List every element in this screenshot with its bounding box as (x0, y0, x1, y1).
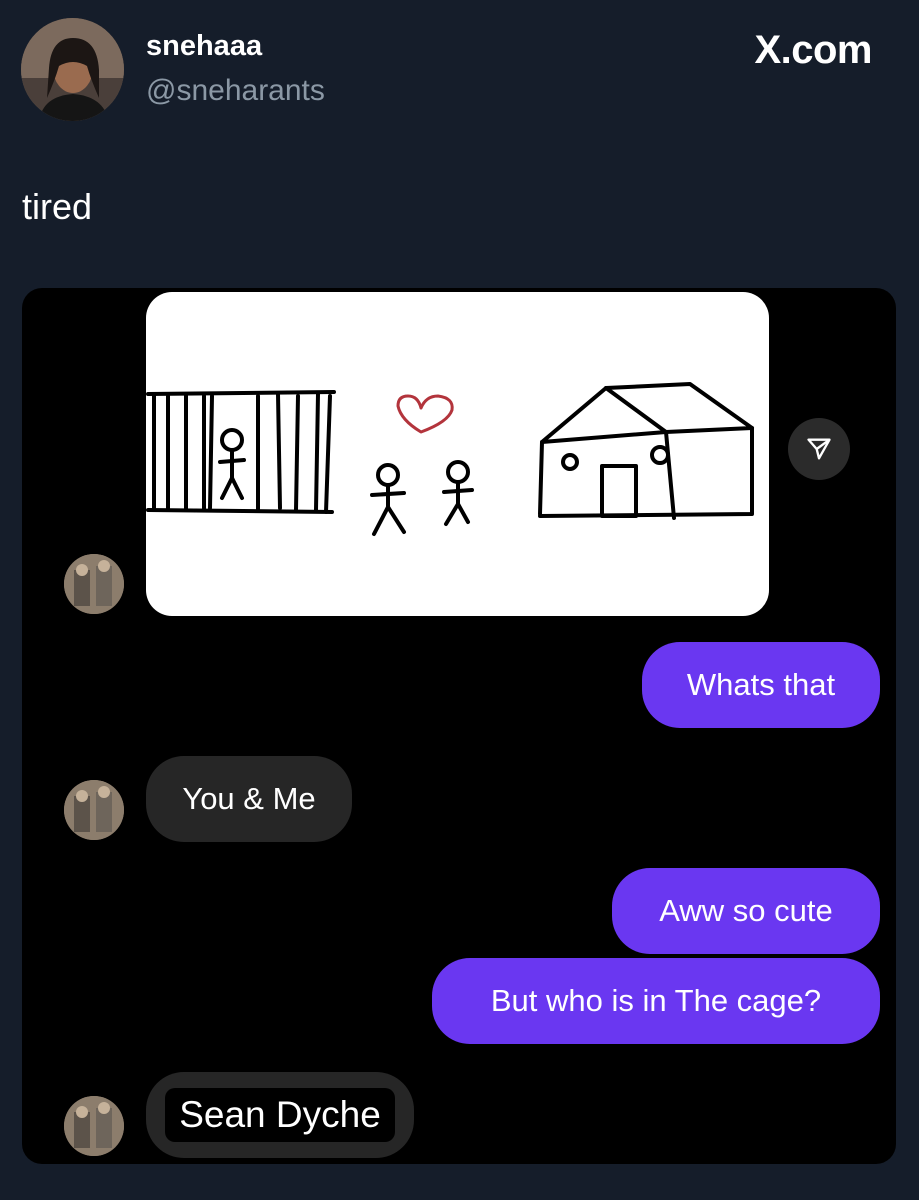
post-text: tired (22, 186, 93, 227)
send-arrow-icon (807, 438, 831, 460)
heart-drawing (396, 394, 454, 434)
message-bubble-sent[interactable]: Aww so cute (612, 868, 880, 954)
drawing-image-message[interactable] (146, 292, 769, 616)
sender-avatar[interactable] (64, 1096, 124, 1156)
share-button[interactable] (788, 418, 850, 480)
profile-avatar[interactable] (21, 18, 124, 121)
message-bubble-sent[interactable]: Whats that (642, 642, 880, 728)
message-text: Whats that (686, 667, 836, 702)
couple-drawing (370, 460, 474, 536)
message-text: You & Me (182, 781, 316, 816)
message-bubble-received[interactable]: You & Me (146, 756, 352, 842)
message-text: Aww so cute (659, 893, 833, 928)
message-bubble-received[interactable]: Sean Dyche (146, 1072, 414, 1158)
post-media-image[interactable]: Whats that You & Me Aww so cute But who … (22, 288, 896, 1164)
message-bubble-sent[interactable]: But who is in The cage? (432, 958, 880, 1044)
site-logo: X.com (754, 28, 872, 72)
cage-drawing (146, 390, 336, 514)
sender-avatar[interactable] (64, 554, 124, 614)
user-handle[interactable]: @sneharants (146, 74, 325, 108)
sender-avatar[interactable] (64, 780, 124, 840)
house-drawing (538, 382, 754, 520)
message-text: Sean Dyche (165, 1088, 395, 1142)
display-name[interactable]: snehaaa (146, 30, 262, 63)
message-text: But who is in The cage? (490, 983, 822, 1018)
